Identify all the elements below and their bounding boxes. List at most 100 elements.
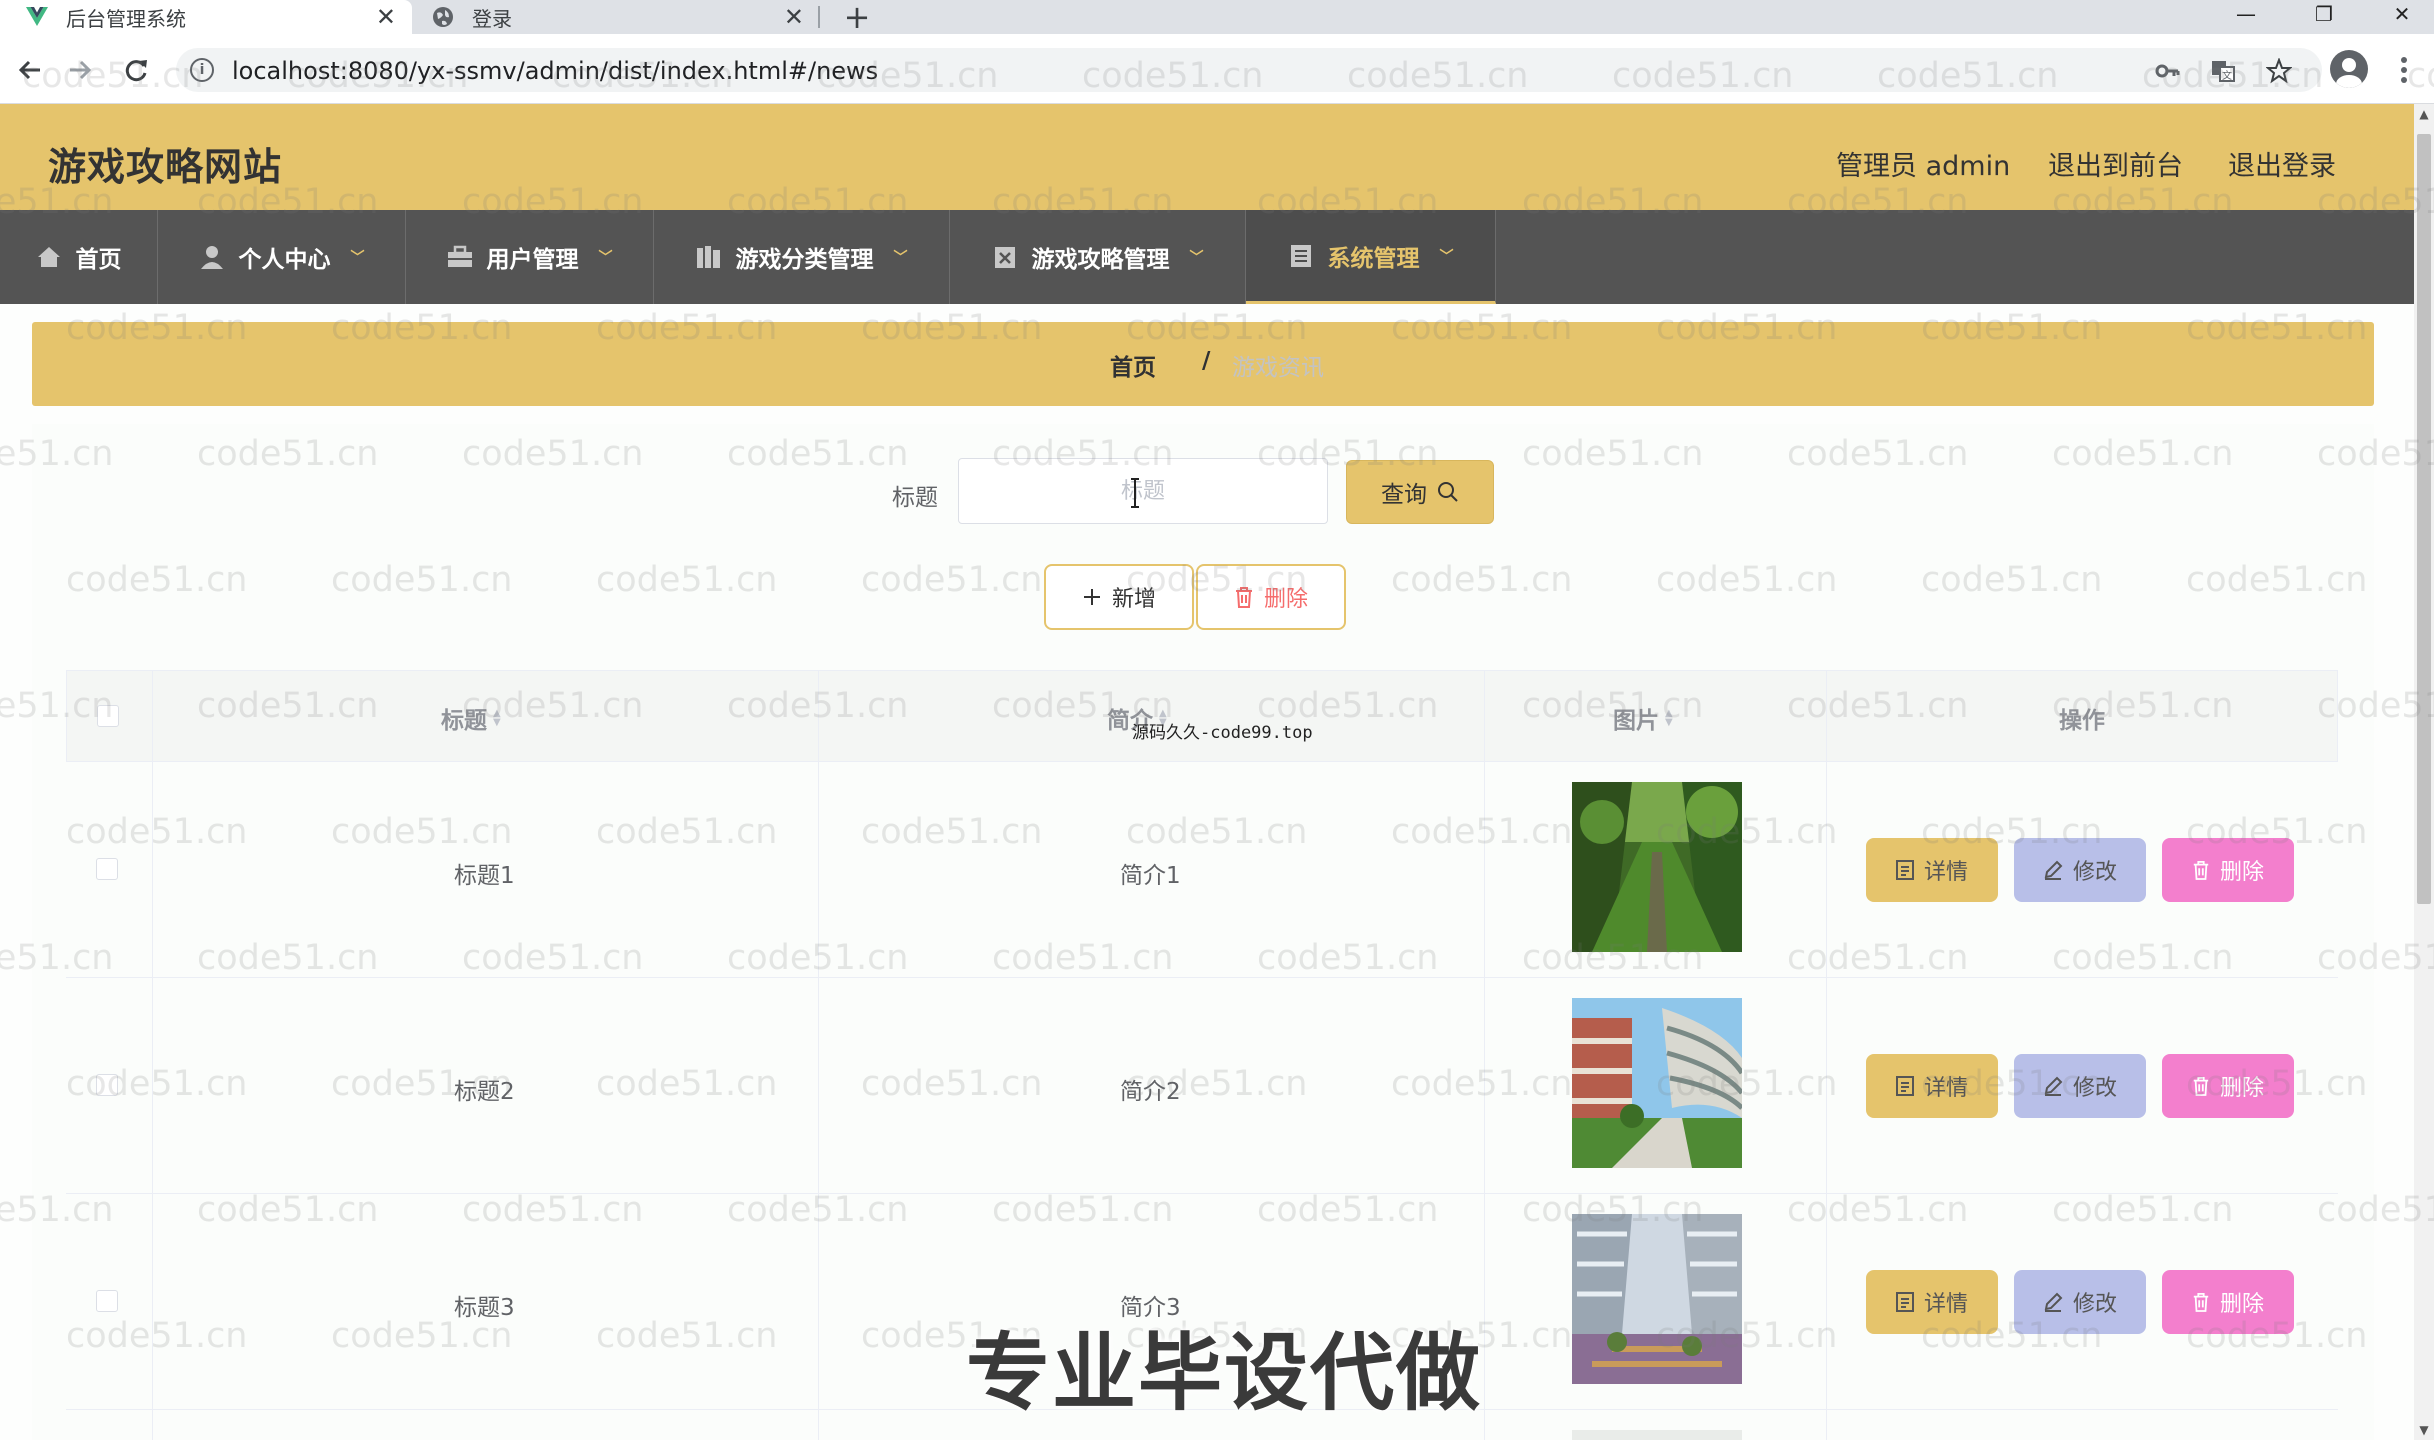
address-bar-row: i localhost:8080/yx-ssmv/admin/dist/inde… [0, 34, 2434, 104]
sort-caret-icon[interactable]: ▲ ▼ [1665, 709, 1673, 728]
detail-button[interactable]: 详情 [1866, 1270, 1998, 1334]
row-image[interactable] [1572, 1430, 1742, 1440]
clipboard-icon [992, 244, 1018, 270]
translate-icon[interactable]: 文 [2210, 58, 2236, 84]
search-icon [1438, 482, 1458, 502]
forward-button[interactable] [62, 52, 98, 88]
main-nav: 首页 个人中心 ﹀ 用户管理 ﹀ 游戏分类管理 ﹀ 游戏攻略管理 ﹀ 系统管理 … [0, 210, 2414, 304]
table-row: 标题1 简介1 详情 修改 删除 [66, 762, 2338, 978]
pencil-icon [2044, 1076, 2063, 1096]
trash-icon [1235, 587, 1252, 608]
site-header: 游戏攻略网站 管理员 admin 退出到前台 退出登录 [0, 104, 2414, 210]
chevron-down-icon: ﹀ [1189, 250, 1204, 266]
edit-button[interactable]: 修改 [2014, 838, 2146, 902]
promo-banner: 专业毕设代做 [966, 1324, 1483, 1422]
breadcrumb-separator: / [1202, 348, 1211, 374]
row-title: 标题3 [454, 1295, 515, 1321]
pencil-icon [2044, 1292, 2063, 1312]
edit-button[interactable]: 修改 [2014, 1054, 2146, 1118]
row-image[interactable] [1572, 998, 1742, 1168]
query-button[interactable]: 查询 [1346, 460, 1494, 524]
nav-item-user-management[interactable]: 用户管理 ﹀ [406, 210, 654, 304]
nav-item-home[interactable]: 首页 [0, 210, 158, 304]
key-icon[interactable] [2154, 58, 2180, 84]
tab-title: 后台管理系统 [66, 6, 186, 31]
chevron-down-icon: ﹀ [1439, 248, 1454, 265]
chevron-down-icon: ﹀ [350, 250, 365, 266]
row-checkbox[interactable] [96, 1074, 118, 1096]
detail-button[interactable]: 详情 [1866, 838, 1998, 902]
query-button-label: 查询 [1381, 482, 1427, 508]
row-title: 标题1 [454, 863, 515, 889]
select-all-checkbox[interactable] [97, 705, 119, 727]
back-arrow-icon [18, 60, 40, 80]
row-image[interactable] [1572, 782, 1742, 952]
tab-close-icon[interactable]: ✕ [376, 3, 396, 31]
nav-item-game-category[interactable]: 游戏分类管理 ﹀ [654, 210, 950, 304]
new-tab-button[interactable]: + [842, 0, 872, 36]
delete-button[interactable]: 删除 [2162, 838, 2294, 902]
nav-item-label: 首页 [75, 247, 122, 273]
trash-icon [2193, 1293, 2209, 1312]
scroll-down-icon[interactable]: ▼ [2414, 1420, 2434, 1440]
browser-menu-icon[interactable] [2392, 52, 2416, 88]
tab-close-icon[interactable]: ✕ [784, 3, 804, 31]
profile-avatar-icon[interactable] [2330, 50, 2368, 88]
table-row: 标题2 简介2 详情 修改 删除 [66, 978, 2338, 1194]
logout-link[interactable]: 退出登录 [2228, 144, 2336, 183]
scroll-up-icon[interactable]: ▲ [2414, 104, 2434, 124]
edit-button[interactable]: 修改 [2014, 1270, 2146, 1334]
row-title: 标题2 [454, 1079, 515, 1105]
text-cursor-icon [1131, 478, 1139, 508]
row-intro: 简介1 [1120, 863, 1181, 889]
omnibox[interactable]: i localhost:8080/yx-ssmv/admin/dist/inde… [176, 48, 2322, 92]
nav-item-personal-center[interactable]: 个人中心 ﹀ [158, 210, 406, 304]
row-image[interactable] [1572, 1214, 1742, 1384]
breadcrumb-home[interactable]: 首页 [1110, 348, 1156, 382]
browser-tab-active[interactable]: 后台管理系统 ✕ [0, 0, 412, 34]
user-icon [199, 244, 225, 270]
globe-icon [432, 6, 454, 28]
column-header-actions: 操作 [2059, 708, 2105, 734]
url-text[interactable]: localhost:8080/yx-ssmv/admin/dist/index.… [232, 57, 878, 85]
row-checkbox[interactable] [96, 1290, 118, 1312]
document-icon [1895, 1076, 1914, 1096]
delete-button[interactable]: 删除 [2162, 1054, 2294, 1118]
search-input[interactable] [958, 458, 1328, 524]
document-icon [1288, 243, 1314, 269]
browser-tab-login[interactable]: 登录 ✕ [418, 0, 820, 34]
close-window-button[interactable]: ✕ [2372, 0, 2432, 28]
page-scrollbar[interactable]: ▲ ▼ [2414, 104, 2434, 1440]
reload-button[interactable] [118, 52, 154, 88]
column-header-title[interactable]: 标题 ▲ ▼ [441, 701, 501, 735]
exit-to-front-link[interactable]: 退出到前台 [2048, 144, 2183, 183]
document-icon [1895, 860, 1914, 880]
column-header-image[interactable]: 图片 ▲ ▼ [1613, 701, 1673, 735]
svg-text:文: 文 [2222, 69, 2232, 82]
delete-button[interactable]: 删除 [2162, 1270, 2294, 1334]
add-button-label: 新增 [1111, 587, 1156, 612]
document-icon [1895, 1292, 1914, 1312]
back-button[interactable] [12, 52, 48, 88]
row-checkbox[interactable] [96, 858, 118, 880]
restore-button[interactable]: ❐ [2294, 0, 2354, 28]
forward-arrow-icon [70, 60, 92, 80]
bookmark-star-icon[interactable] [2266, 58, 2292, 84]
add-button[interactable]: 新增 [1044, 564, 1194, 630]
trash-icon [2193, 1077, 2209, 1096]
sort-caret-icon[interactable]: ▲ ▼ [493, 709, 501, 728]
trash-icon [2193, 861, 2209, 880]
batch-delete-button[interactable]: 删除 [1196, 564, 1346, 630]
minimize-button[interactable]: — [2216, 0, 2276, 28]
site-title: 游戏攻略网站 [48, 145, 283, 189]
nav-item-guide-management[interactable]: 游戏攻略管理 ﹀ [950, 210, 1246, 304]
site-info-icon[interactable]: i [190, 58, 214, 82]
detail-button[interactable]: 详情 [1866, 1054, 1998, 1118]
briefcase-icon [447, 244, 473, 270]
batch-delete-label: 删除 [1263, 587, 1308, 612]
nav-item-label: 游戏分类管理 [735, 247, 874, 273]
nav-item-system-management[interactable]: 系统管理 ﹀ [1246, 210, 1496, 304]
scroll-thumb[interactable] [2417, 134, 2431, 904]
screen: 后台管理系统 ✕ 登录 ✕ + — ❐ ✕ i localhost:8080/y… [0, 0, 2434, 1440]
nav-item-label: 系统管理 [1327, 245, 1420, 272]
